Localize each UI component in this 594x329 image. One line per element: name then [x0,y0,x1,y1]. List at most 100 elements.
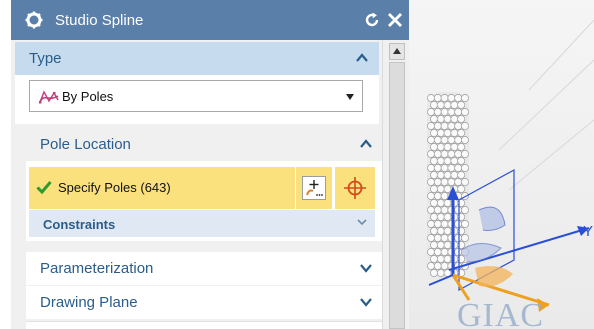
type-select-value: By Poles [62,89,114,104]
studio-spline-dialog: Studio Spline Type By Poles Pole Locatio… [11,0,409,329]
pole-point [457,115,466,123]
pole-point [454,136,463,144]
pole-point [443,213,452,221]
add-poles-button[interactable] [296,167,332,209]
chevron-up-icon[interactable] [359,137,373,151]
section-label-type: Type [29,50,62,67]
pole-point [454,122,463,130]
pole-point [427,248,435,256]
pole-point [430,227,438,235]
pole-point [457,101,466,109]
scroll-up-button[interactable] [389,43,405,60]
pole-point [430,101,438,109]
section-label-parameterization: Parameterization [40,260,154,277]
specify-poles-label: Specify Poles (643) [58,180,171,195]
pole-point [461,220,469,228]
section-header-parameterization[interactable]: Parameterization [26,252,383,285]
pole-point [447,136,456,144]
pole-point [461,206,469,214]
section-header-pole-location[interactable]: Pole Location [26,128,383,161]
add-poles-button-face [302,176,326,200]
pole-point [461,94,469,102]
constraints-subsection[interactable]: Constraints [29,210,375,237]
type-select[interactable]: By Poles [29,80,363,112]
pole-point [440,192,449,200]
pole-point [433,164,442,172]
pole-point [443,129,452,137]
pole-point [443,255,452,263]
chevron-down-icon[interactable] [359,295,373,309]
pole-point [427,108,435,116]
pole-point [450,171,459,179]
pole-point [450,115,459,123]
pole-point [447,122,456,130]
pole-point [436,241,445,249]
pole-point [461,178,469,186]
pole-point [430,255,438,263]
pole-point [443,143,452,151]
pole-point [436,143,445,151]
chevron-down-icon[interactable] [357,218,367,226]
pole-point [440,122,449,130]
pole-point [436,115,445,123]
dialog-titlebar: Studio Spline [11,0,409,40]
pole-point [427,262,435,270]
pole-point [436,101,445,109]
close-icon[interactable] [385,10,405,30]
specify-poles-row[interactable]: Specify Poles (643) [29,167,295,209]
section-header-drawing-plane[interactable]: Drawing Plane [26,286,383,319]
pole-point [454,220,463,228]
pole-point [433,150,442,158]
pole-point [427,164,435,172]
pole-point [427,234,435,242]
scroll-thumb[interactable] [389,62,405,329]
pole-point [461,122,469,130]
pole-point [433,234,442,242]
pole-point [443,101,452,109]
pole-point [440,94,449,102]
dialog-scrollbar[interactable] [382,40,409,329]
graphics-viewport[interactable]: Y GIAC [409,0,594,329]
pole-point [436,185,445,193]
y-axis-label: Y [583,223,593,240]
pole-point [440,206,449,214]
pole-point [436,171,445,179]
pole-point [454,178,463,186]
pole-point [436,213,445,221]
pole-point [433,108,442,116]
pole-point [427,136,435,144]
pole-point [440,262,449,270]
checkmark-icon [36,181,52,194]
pole-point [433,262,442,270]
pole-point [457,143,466,151]
pole-point [443,199,452,207]
watermark-text: GIAC [457,297,544,329]
pole-point [430,143,438,151]
gear-icon[interactable] [25,11,43,29]
reset-icon[interactable] [362,10,382,30]
pole-point [433,136,442,144]
pole-point [427,192,435,200]
spline-poles-icon [39,90,59,104]
pole-point [443,115,452,123]
pole-point [433,220,442,228]
pole-point [440,108,449,116]
chevron-down-icon[interactable] [359,261,373,275]
chevron-up-icon[interactable] [355,51,369,65]
pole-point [454,150,463,158]
section-header-type[interactable]: Type [15,42,379,75]
pole-point [447,164,456,172]
pole-point [436,269,445,277]
pole-point [433,178,442,186]
pole-point [443,157,452,165]
chevron-down-icon[interactable] [346,94,354,100]
pole-point [440,136,449,144]
pole-point [427,94,435,102]
pole-point [427,122,435,130]
pole-point [430,129,438,137]
pole-point [443,185,452,193]
pole-point [461,234,469,242]
point-dialog-button[interactable] [335,167,375,209]
pole-point [427,178,435,186]
pole-point [450,129,459,137]
